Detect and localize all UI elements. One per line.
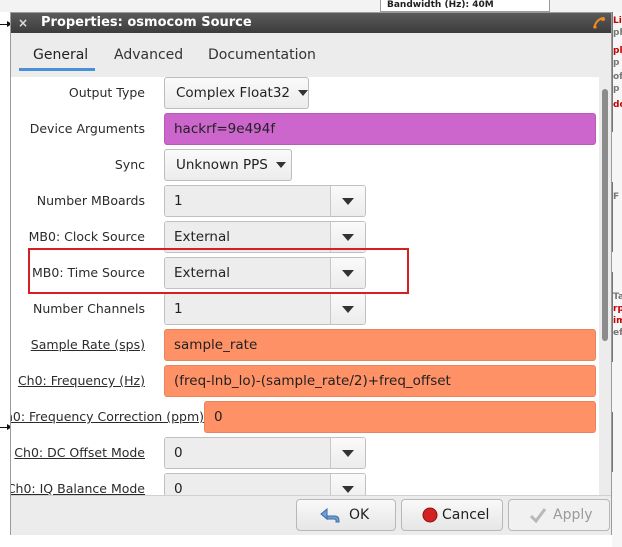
param-row-device-arguments: Device Arguments hackrf=9e494f <box>11 111 599 147</box>
param-label: Ch0: DC Offset Mode <box>14 445 145 460</box>
param-label: Number MBoards <box>36 193 145 208</box>
dropdown-button[interactable] <box>330 186 365 216</box>
connection-arrow <box>0 424 12 430</box>
ok-button[interactable]: OK <box>296 499 396 531</box>
dialog-button-bar: OK Cancel Apply <box>11 495 611 535</box>
active-tab-indicator <box>19 68 95 71</box>
param-label: Ch0: Frequency Correction (ppm) <box>11 409 204 424</box>
tab-advanced[interactable]: Advanced <box>114 45 183 69</box>
param-label: Ch0: IQ Balance Mode <box>11 481 145 495</box>
cancel-label: Cancel <box>442 507 490 523</box>
dropdown-arrow-icon <box>298 90 309 96</box>
number-mboards-combo[interactable]: 1 <box>164 185 366 217</box>
checkmark-icon <box>529 508 547 524</box>
param-value: Unknown PPS <box>176 157 268 173</box>
background-text-fragment: Lim <box>613 16 622 26</box>
ok-label: OK <box>349 507 370 523</box>
param-label: Output Type <box>68 85 145 100</box>
param-label: Sync <box>114 157 145 172</box>
connection-arrow <box>0 21 12 27</box>
background-text-fragment: F <box>613 192 620 202</box>
undo-arrow-icon <box>320 507 340 523</box>
cancel-button[interactable]: Cancel <box>401 499 503 531</box>
sync-select[interactable]: Unknown PPS <box>164 149 292 181</box>
param-row-number-channels: Number Channels 1 <box>11 291 599 327</box>
apply-label: Apply <box>553 507 593 523</box>
tab-documentation[interactable]: Documentation <box>208 45 316 69</box>
dropdown-button[interactable] <box>330 294 365 324</box>
cancel-icon <box>422 507 438 523</box>
tab-bar: General Advanced Documentation <box>11 33 611 78</box>
param-row-ch0-iq-balance-mode: Ch0: IQ Balance Mode 0 <box>11 471 599 495</box>
param-row-ch0-frequency-correction: Ch0: Frequency Correction (ppm) 0 <box>11 399 599 435</box>
param-label: Device Arguments <box>29 121 145 136</box>
background-text-fragment: plo <box>613 46 622 56</box>
param-value[interactable]: 1 <box>165 294 332 324</box>
output-type-select[interactable]: Complex Float32 <box>164 77 309 109</box>
properties-dialog: × Properties: osmocom Source General Adv… <box>10 12 612 535</box>
param-value[interactable]: 1 <box>165 186 332 216</box>
dropdown-button[interactable] <box>330 438 365 468</box>
dropdown-arrow-icon <box>275 162 286 168</box>
param-row-ch0-frequency: Ch0: Frequency (Hz) (freq-lnb_lo)-(sampl… <box>11 363 599 399</box>
sample-rate-input[interactable]: sample_rate <box>164 329 596 361</box>
background-text-fragment: im <box>613 316 622 326</box>
background-text-fragment: p <box>613 84 620 94</box>
dropdown-button[interactable] <box>330 474 365 495</box>
ch0-iq-balance-mode-combo[interactable]: 0 <box>164 473 366 495</box>
param-label: Number Channels <box>32 301 145 316</box>
background-text-fragment: off <box>613 72 622 82</box>
param-row-sync: Sync Unknown PPS <box>11 147 599 183</box>
ch0-dc-offset-mode-combo[interactable]: 0 <box>164 437 366 469</box>
ch0-frequency-correction-input[interactable]: 0 <box>204 401 596 433</box>
number-channels-combo[interactable]: 1 <box>164 293 366 325</box>
param-row-output-type: Output Type Complex Float32 <box>11 77 599 111</box>
block-edge <box>612 412 622 472</box>
param-row-number-mboards: Number MBoards 1 <box>11 183 599 219</box>
param-value[interactable]: 0 <box>165 438 332 468</box>
param-label: Sample Rate (sps) <box>30 337 145 352</box>
gnuradio-logo-icon <box>593 17 605 29</box>
ch0-frequency-input[interactable]: (freq-lnb_lo)-(sample_rate/2)+freq_offse… <box>164 365 596 397</box>
background-block: Bandwidth (Hz): 40M <box>380 0 550 12</box>
param-row-sample-rate: Sample Rate (sps) sample_rate <box>11 327 599 363</box>
close-icon[interactable]: × <box>15 13 31 33</box>
background-text-fragment: Ta <box>613 292 622 302</box>
highlight-box <box>28 248 409 294</box>
param-label: Ch0: Frequency (Hz) <box>17 373 145 388</box>
param-value: Complex Float32 <box>176 85 291 101</box>
tab-general[interactable]: General <box>33 45 88 69</box>
window-title: Properties: osmocom Source <box>41 15 252 30</box>
background-text-fragment: do <box>613 100 622 110</box>
param-row-ch0-dc-offset-mode: Ch0: DC Offset Mode 0 <box>11 435 599 471</box>
device-arguments-input[interactable]: hackrf=9e494f <box>164 113 596 145</box>
background-text-fragment: ph <box>613 28 622 38</box>
param-value[interactable]: 0 <box>165 474 332 495</box>
background-canvas-right: Lim ph plo p off p do F Ta rp im ef <box>612 12 622 547</box>
apply-button[interactable]: Apply <box>508 499 610 531</box>
background-text-fragment: ef <box>613 328 622 338</box>
background-text-fragment: rp <box>613 304 622 314</box>
title-bar[interactable]: × Properties: osmocom Source <box>11 13 611 33</box>
scrollbar-thumb[interactable] <box>602 89 608 341</box>
background-text-fragment: p <box>613 58 620 68</box>
